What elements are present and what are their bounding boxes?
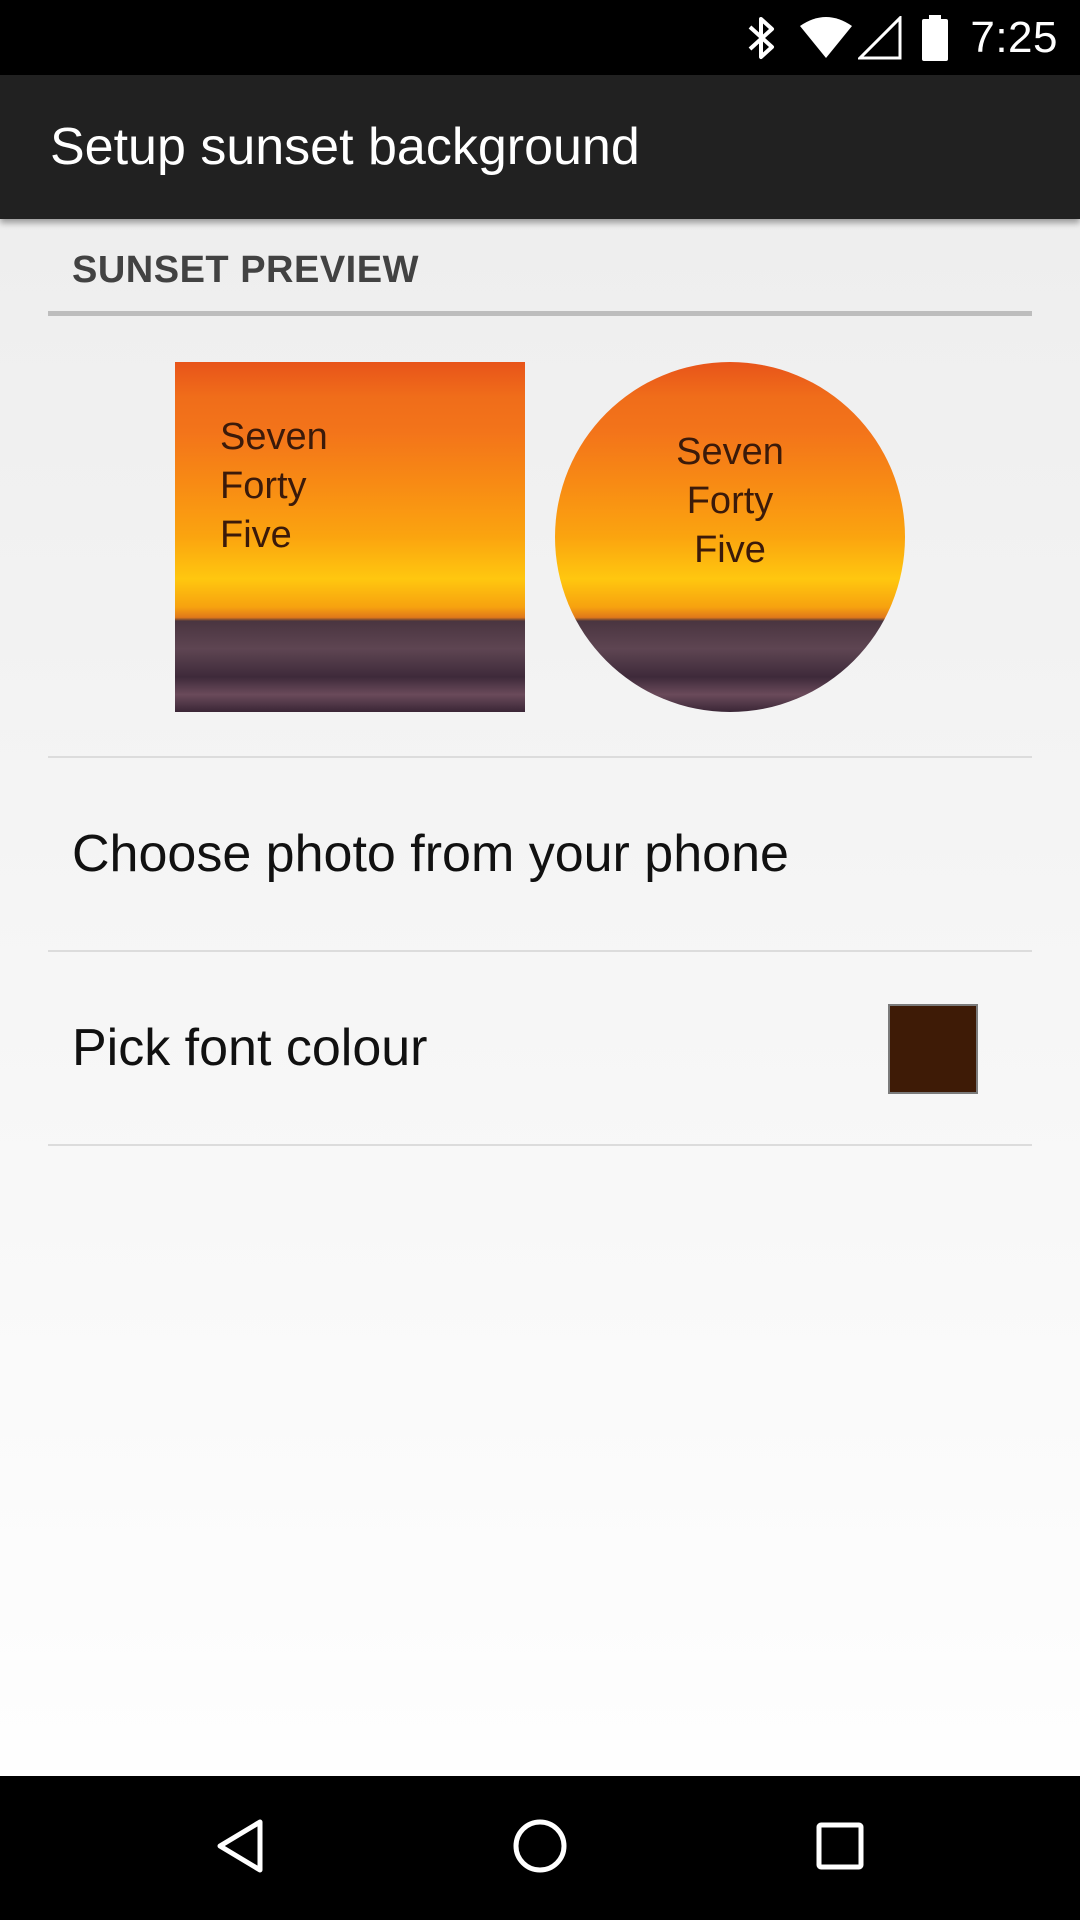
round-watch-preview: Seven Forty Five: [555, 362, 905, 712]
font-colour-swatch[interactable]: [888, 1004, 978, 1094]
section-header-label: SUNSET PREVIEW: [72, 249, 419, 291]
pick-font-colour-item[interactable]: Pick font colour: [48, 952, 1032, 1144]
round-preview-line: Seven: [676, 431, 784, 473]
back-icon: [210, 1816, 270, 1881]
home-button[interactable]: [460, 1776, 620, 1920]
square-preview-text: Seven Forty Five: [220, 413, 328, 560]
section-header: SUNSET PREVIEW: [48, 219, 1032, 316]
round-preview-line: Five: [694, 529, 766, 571]
home-icon: [510, 1816, 570, 1881]
square-preview-line: Seven: [220, 416, 328, 458]
battery-icon: [920, 13, 950, 63]
choose-photo-item[interactable]: Choose photo from your phone: [48, 758, 1032, 950]
recents-button[interactable]: [760, 1776, 920, 1920]
navigation-bar: [0, 1776, 1080, 1920]
square-preview-line: Forty: [220, 465, 307, 507]
status-clock: 7:25: [970, 12, 1058, 62]
status-bar: 7:25: [0, 0, 1080, 75]
settings-content: SUNSET PREVIEW Seven Forty Five Seven Fo…: [0, 219, 1080, 1776]
bluetooth-icon: [742, 13, 782, 63]
page-title: Setup sunset background: [50, 118, 640, 176]
round-preview-text: Seven Forty Five: [555, 428, 905, 575]
square-watch-preview: Seven Forty Five: [175, 362, 525, 712]
square-preview-line: Five: [220, 514, 292, 556]
wifi-icon: [798, 16, 854, 60]
round-preview-line: Forty: [686, 480, 774, 522]
sunset-preview: Seven Forty Five Seven Forty Five: [0, 362, 1080, 712]
cell-signal-icon: [858, 15, 902, 60]
choose-photo-label: Choose photo from your phone: [72, 825, 789, 883]
back-button[interactable]: [160, 1776, 320, 1920]
app-bar: Setup sunset background: [0, 75, 1080, 219]
pick-font-colour-label: Pick font colour: [72, 1019, 428, 1077]
recents-icon: [810, 1816, 870, 1881]
divider: [48, 1144, 1032, 1146]
